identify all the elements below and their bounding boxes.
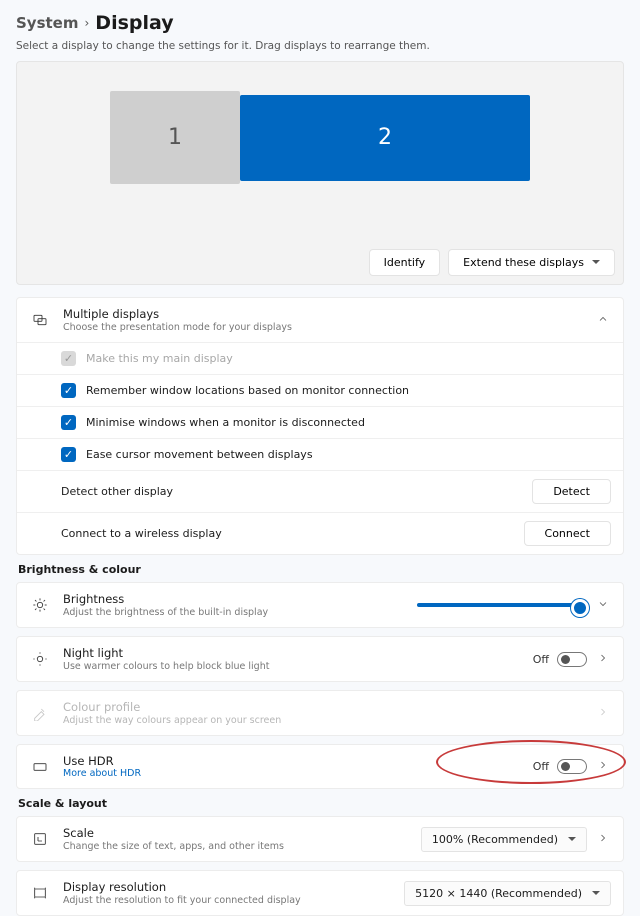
hdr-toggle[interactable] <box>557 759 587 774</box>
chevron-down-icon <box>592 891 600 899</box>
page-title: Display <box>95 12 173 34</box>
make-main-display-checkbox <box>61 351 76 366</box>
resolution-card: Display resolution Adjust the resolution… <box>16 870 624 916</box>
make-main-display-label: Make this my main display <box>86 352 233 365</box>
resolution-icon <box>29 885 51 901</box>
brightness-slider[interactable] <box>417 603 587 607</box>
hdr-more[interactable] <box>595 759 611 774</box>
night-light-state: Off <box>533 653 549 666</box>
monitor-canvas[interactable]: 1 2 <box>25 70 615 205</box>
section-brightness-colour: Brightness & colour <box>18 563 624 576</box>
scale-dropdown[interactable]: 100% (Recommended) <box>421 827 587 852</box>
wireless-display-label: Connect to a wireless display <box>61 527 222 540</box>
brightness-expand[interactable] <box>595 598 611 613</box>
minimise-windows-label: Minimise windows when a monitor is disco… <box>86 416 365 429</box>
night-light-more[interactable] <box>595 652 611 667</box>
ease-cursor-checkbox[interactable] <box>61 447 76 462</box>
hdr-more-link[interactable]: More about HDR <box>63 768 521 779</box>
page-subtitle: Select a display to change the settings … <box>16 40 624 52</box>
remember-locations-label: Remember window locations based on monit… <box>86 384 409 397</box>
resolution-desc: Adjust the resolution to fit your connec… <box>63 895 392 906</box>
hdr-title: Use HDR <box>63 754 521 768</box>
hdr-card: Use HDR More about HDR Off <box>16 744 624 789</box>
scale-icon <box>29 831 51 847</box>
multiple-displays-desc: Choose the presentation mode for your di… <box>63 322 583 333</box>
scale-more[interactable] <box>595 832 611 847</box>
ease-cursor-label: Ease cursor movement between displays <box>86 448 313 461</box>
multiple-displays-collapse[interactable] <box>595 313 611 328</box>
minimise-windows-checkbox[interactable] <box>61 415 76 430</box>
identify-button[interactable]: Identify <box>369 249 441 276</box>
detect-button[interactable]: Detect <box>532 479 611 504</box>
colour-profile-card: Colour profile Adjust the way colours ap… <box>16 690 624 736</box>
brightness-card: Brightness Adjust the brightness of the … <box>16 582 624 628</box>
resolution-dropdown[interactable]: 5120 × 1440 (Recommended) <box>404 881 611 906</box>
remember-locations-row[interactable]: Remember window locations based on monit… <box>17 374 623 406</box>
detect-display-label: Detect other display <box>61 485 173 498</box>
monitor-2[interactable]: 2 <box>240 95 530 181</box>
night-light-desc: Use warmer colours to help block blue li… <box>63 661 521 672</box>
scale-value: 100% (Recommended) <box>432 833 558 846</box>
breadcrumb: System › Display <box>16 12 624 34</box>
night-light-icon <box>29 651 51 667</box>
wireless-display-row: Connect to a wireless display Connect <box>17 512 623 554</box>
section-scale-layout: Scale & layout <box>18 797 624 810</box>
detect-display-row: Detect other display Detect <box>17 470 623 512</box>
remember-locations-checkbox[interactable] <box>61 383 76 398</box>
chevron-down-icon <box>568 837 576 845</box>
resolution-value: 5120 × 1440 (Recommended) <box>415 887 582 900</box>
scale-title: Scale <box>63 826 409 840</box>
multiple-displays-card: Multiple displays Choose the presentatio… <box>16 297 624 555</box>
night-light-title: Night light <box>63 646 521 660</box>
multiple-displays-icon <box>29 312 51 328</box>
projection-mode-dropdown[interactable]: Extend these displays <box>448 249 615 276</box>
colour-profile-desc: Adjust the way colours appear on your sc… <box>63 715 583 726</box>
night-light-toggle[interactable] <box>557 652 587 667</box>
display-arrangement-panel: 1 2 Identify Extend these displays <box>16 61 624 285</box>
night-light-card: Night light Use warmer colours to help b… <box>16 636 624 682</box>
colour-profile-more <box>595 706 611 721</box>
colour-profile-title: Colour profile <box>63 700 583 714</box>
resolution-title: Display resolution <box>63 880 392 894</box>
hdr-icon <box>29 759 51 775</box>
brightness-title: Brightness <box>63 592 405 606</box>
colour-profile-icon <box>29 705 51 721</box>
breadcrumb-parent[interactable]: System <box>16 14 78 32</box>
connect-button[interactable]: Connect <box>524 521 611 546</box>
scale-card: Scale Change the size of text, apps, and… <box>16 816 624 862</box>
minimise-windows-row[interactable]: Minimise windows when a monitor is disco… <box>17 406 623 438</box>
chevron-right-icon: › <box>84 16 89 30</box>
hdr-state: Off <box>533 760 549 773</box>
monitor-1[interactable]: 1 <box>110 91 240 184</box>
sun-icon <box>29 597 51 613</box>
scale-desc: Change the size of text, apps, and other… <box>63 841 409 852</box>
make-main-display-row: Make this my main display <box>17 343 623 374</box>
ease-cursor-row[interactable]: Ease cursor movement between displays <box>17 438 623 470</box>
multiple-displays-title: Multiple displays <box>63 307 583 321</box>
brightness-desc: Adjust the brightness of the built-in di… <box>63 607 405 618</box>
